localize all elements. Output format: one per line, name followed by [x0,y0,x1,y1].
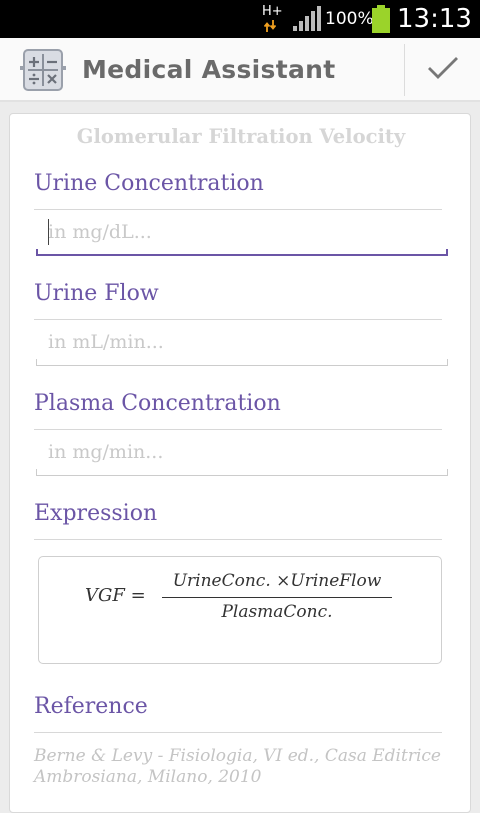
plasma-concentration-field[interactable] [36,430,448,476]
calculator-icon[interactable] [20,48,66,92]
section-divider [34,732,442,733]
field-underline [36,365,448,366]
reference-label: Reference [34,694,148,719]
screen-title: Glomerular Filtration Velocity [76,125,406,148]
calculator-card: Glomerular Filtration Velocity Urine Con… [9,113,471,813]
reference-text: Berne & Levy - Fisiologia, VI ed., Casa … [34,746,441,787]
network-arrows-icon [264,20,276,32]
battery-icon [372,5,390,33]
urine-concentration-input[interactable] [36,210,448,254]
app-title: Medical Assistant [82,55,336,84]
urine-concentration-field[interactable] [36,210,448,256]
done-button[interactable] [405,38,480,102]
section-divider [34,539,442,540]
urine-flow-field[interactable] [36,320,448,366]
status-bar: H+ 100% 13:13 [0,0,480,38]
network-type-label: H+ [262,4,283,19]
field-underline [36,254,448,256]
action-bar: Medical Assistant [0,38,480,102]
fraction-bar [162,597,392,598]
expression-label: Expression [34,501,158,526]
formula: VGF = UrineConc. ×UrineFlow PlasmaConc. [39,557,443,665]
urine-concentration-label: Urine Concentration [34,171,264,196]
formula-numerator: UrineConc. ×UrineFlow [172,571,382,591]
formula-lhs: VGF = [85,585,146,606]
formula-box: VGF = UrineConc. ×UrineFlow PlasmaConc. [38,556,442,664]
plasma-concentration-label: Plasma Concentration [34,391,281,416]
plasma-concentration-input[interactable] [36,430,448,474]
urine-flow-input[interactable] [36,320,448,364]
battery-percent: 100% [325,9,374,29]
text-cursor [48,219,49,245]
checkmark-icon [428,57,458,79]
signal-icon [293,6,321,31]
formula-denominator: PlasmaConc. [221,602,333,622]
urine-flow-label: Urine Flow [34,281,159,306]
field-underline [36,475,448,476]
clock: 13:13 [397,4,472,34]
